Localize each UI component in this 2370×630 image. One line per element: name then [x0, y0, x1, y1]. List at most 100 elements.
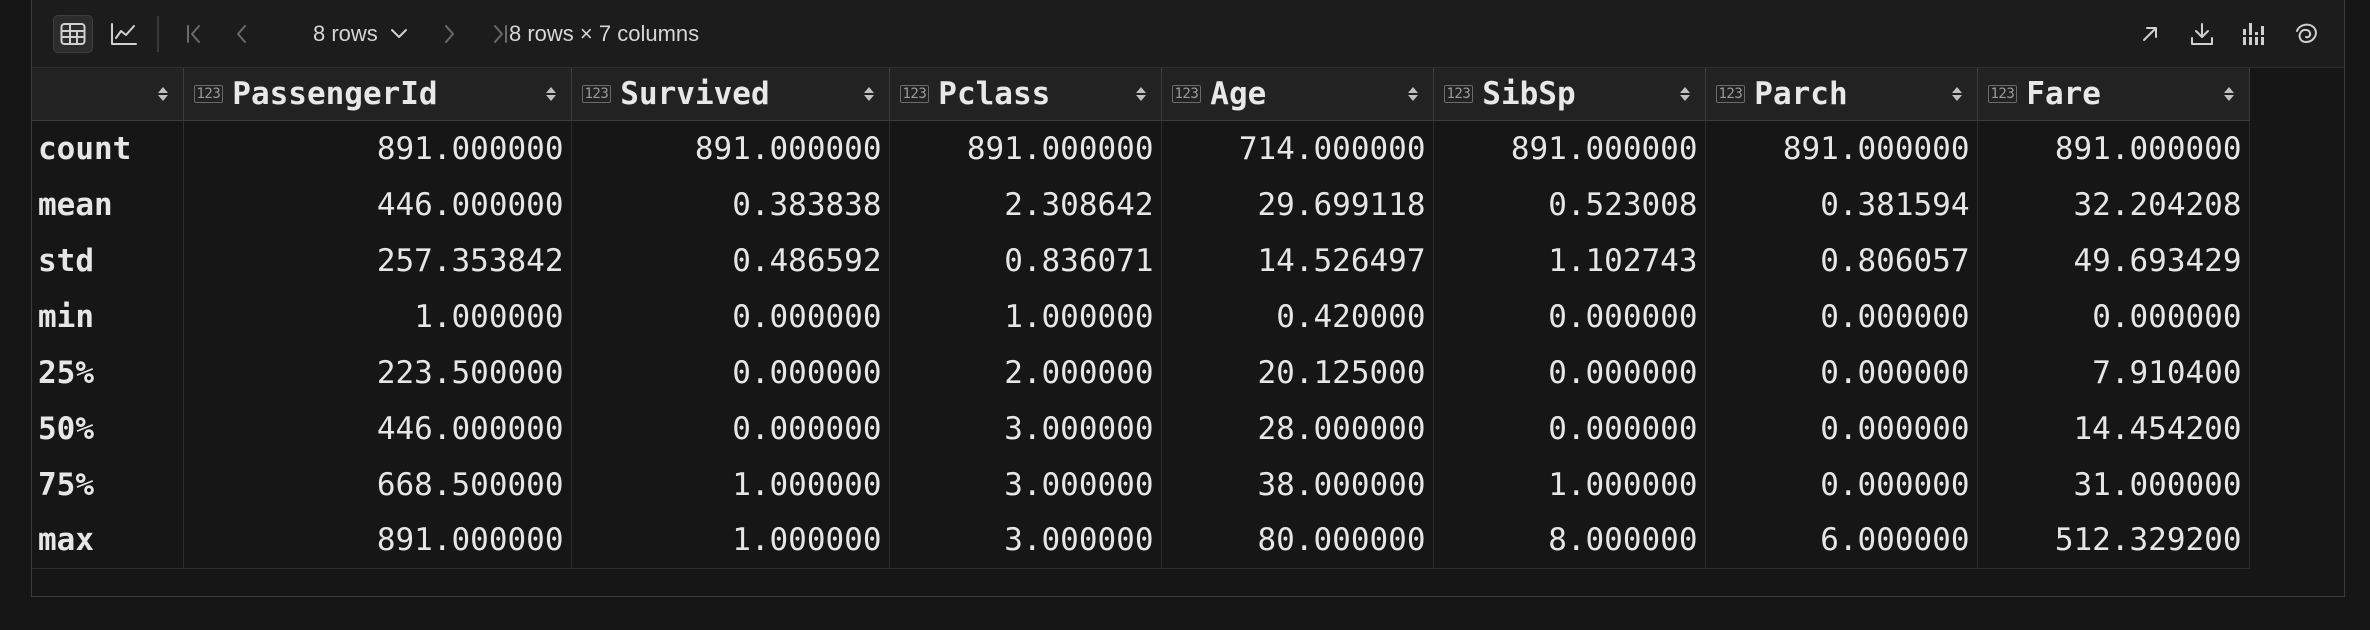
table-row: count 891.000000 891.000000 891.000000 7… [32, 120, 2250, 177]
table-cell[interactable]: 0.523008 [1433, 176, 1706, 233]
table-cell[interactable]: 0.000000 [571, 344, 890, 401]
table-cell[interactable]: 20.125000 [1161, 344, 1434, 401]
viewer-toolbar: 8 rows 8 rows × 7 columns [32, 0, 2344, 68]
table-cell[interactable]: 3.000000 [889, 400, 1162, 457]
table-cell[interactable]: 223.500000 [183, 344, 572, 401]
table-cell[interactable]: 8.000000 [1433, 512, 1706, 569]
column-header-label: Survived [620, 76, 770, 112]
table-cell[interactable]: 2.000000 [889, 344, 1162, 401]
column-header-parch[interactable]: 123 Parch [1705, 68, 1978, 121]
table-cell[interactable]: 891.000000 [183, 512, 572, 569]
download-icon [2190, 22, 2214, 46]
next-page-button[interactable] [429, 15, 469, 53]
numeric-type-icon: 123 [1171, 85, 1202, 103]
table-cell[interactable]: 0.000000 [1433, 344, 1706, 401]
column-header-label: PassengerId [232, 76, 438, 112]
download-button[interactable] [2182, 15, 2222, 53]
table-cell[interactable]: 1.102743 [1433, 232, 1706, 289]
table-cell[interactable]: 0.486592 [571, 232, 890, 289]
table-cell[interactable]: 446.000000 [183, 176, 572, 233]
table-cell[interactable]: 3.000000 [889, 456, 1162, 513]
table-cell[interactable]: 29.699118 [1161, 176, 1434, 233]
column-stats-button[interactable] [2234, 15, 2274, 53]
chevron-down-icon [390, 28, 408, 40]
table-cell[interactable]: 0.000000 [1705, 344, 1978, 401]
open-external-button[interactable] [2130, 15, 2170, 53]
describe-table: 123 PassengerId 123 Survived 123 Pclass … [32, 68, 2250, 569]
sort-icon[interactable] [1135, 85, 1147, 103]
table-cell[interactable]: 891.000000 [1705, 120, 1978, 177]
table-cell[interactable]: 0.420000 [1161, 288, 1434, 345]
row-label: 75% [32, 456, 184, 513]
rows-per-page-dropdown[interactable]: 8 rows [273, 15, 425, 53]
first-page-button[interactable] [174, 15, 214, 53]
table-cell[interactable]: 0.000000 [1705, 456, 1978, 513]
table-cell[interactable]: 446.000000 [183, 400, 572, 457]
table-cell[interactable]: 38.000000 [1161, 456, 1434, 513]
table-cell[interactable]: 28.000000 [1161, 400, 1434, 457]
column-header-survived[interactable]: 123 Survived [571, 68, 890, 121]
table-cell[interactable]: 0.836071 [889, 232, 1162, 289]
table-cell[interactable]: 891.000000 [1433, 120, 1706, 177]
table-cell[interactable]: 891.000000 [1977, 120, 2250, 177]
sort-icon[interactable] [1951, 85, 1963, 103]
table-cell[interactable]: 7.910400 [1977, 344, 2250, 401]
table-cell[interactable]: 49.693429 [1977, 232, 2250, 289]
chevron-left-icon [231, 23, 253, 45]
table-cell[interactable]: 714.000000 [1161, 120, 1434, 177]
table-cell[interactable]: 0.806057 [1705, 232, 1978, 289]
table-cell[interactable]: 0.000000 [1977, 288, 2250, 345]
table-cell[interactable]: 14.526497 [1161, 232, 1434, 289]
table-cell[interactable]: 6.000000 [1705, 512, 1978, 569]
table-icon [60, 22, 86, 46]
table-shape-summary: 8 rows × 7 columns [509, 21, 700, 46]
table-cell[interactable]: 891.000000 [889, 120, 1162, 177]
table-cell[interactable]: 0.383838 [571, 176, 890, 233]
table-cell[interactable]: 891.000000 [571, 120, 890, 177]
table-cell[interactable]: 0.000000 [1705, 400, 1978, 457]
sort-icon[interactable] [2223, 85, 2235, 103]
sort-icon[interactable] [157, 85, 169, 103]
dataframe-viewer: 8 rows 8 rows × 7 columns 123 PassengerI… [31, 0, 2345, 597]
table-row: min 1.000000 0.000000 1.000000 0.420000 … [32, 288, 2250, 345]
table-cell[interactable]: 32.204208 [1977, 176, 2250, 233]
table-cell[interactable]: 668.500000 [183, 456, 572, 513]
column-header-sibsp[interactable]: 123 SibSp [1433, 68, 1706, 121]
table-cell[interactable]: 3.000000 [889, 512, 1162, 569]
index-column-header[interactable] [32, 68, 184, 121]
previous-page-button[interactable] [222, 15, 262, 53]
column-header-fare[interactable]: 123 Fare [1977, 68, 2250, 121]
table-cell[interactable]: 1.000000 [183, 288, 572, 345]
table-cell[interactable]: 0.381594 [1705, 176, 1978, 233]
table-cell[interactable]: 80.000000 [1161, 512, 1434, 569]
sort-icon[interactable] [545, 85, 557, 103]
row-label: mean [32, 176, 184, 233]
table-cell[interactable]: 0.000000 [1433, 288, 1706, 345]
table-cell[interactable]: 14.454200 [1977, 400, 2250, 457]
column-header-passengerid[interactable]: 123 PassengerId [183, 68, 572, 121]
table-cell[interactable]: 0.000000 [1433, 400, 1706, 457]
sort-icon[interactable] [863, 85, 875, 103]
table-row: std 257.353842 0.486592 0.836071 14.5264… [32, 232, 2250, 289]
sort-icon[interactable] [1407, 85, 1419, 103]
table-cell[interactable]: 891.000000 [183, 120, 572, 177]
column-header-pclass[interactable]: 123 Pclass [889, 68, 1162, 121]
sort-icon[interactable] [1679, 85, 1691, 103]
table-cell[interactable]: 1.000000 [571, 512, 890, 569]
table-view-button[interactable] [53, 15, 93, 53]
table-cell[interactable]: 1.000000 [571, 456, 890, 513]
numeric-type-icon: 123 [193, 85, 224, 103]
chart-view-button[interactable] [104, 15, 144, 53]
column-header-age[interactable]: 123 Age [1161, 68, 1434, 121]
table-cell[interactable]: 0.000000 [571, 400, 890, 457]
table-cell[interactable]: 0.000000 [1705, 288, 1978, 345]
swirl-button[interactable] [2286, 15, 2326, 53]
table-cell[interactable]: 31.000000 [1977, 456, 2250, 513]
table-cell[interactable]: 1.000000 [1433, 456, 1706, 513]
column-header-label: Age [1210, 76, 1267, 112]
table-cell[interactable]: 2.308642 [889, 176, 1162, 233]
table-cell[interactable]: 257.353842 [183, 232, 572, 289]
table-cell[interactable]: 0.000000 [571, 288, 890, 345]
table-cell[interactable]: 512.329200 [1977, 512, 2250, 569]
table-cell[interactable]: 1.000000 [889, 288, 1162, 345]
